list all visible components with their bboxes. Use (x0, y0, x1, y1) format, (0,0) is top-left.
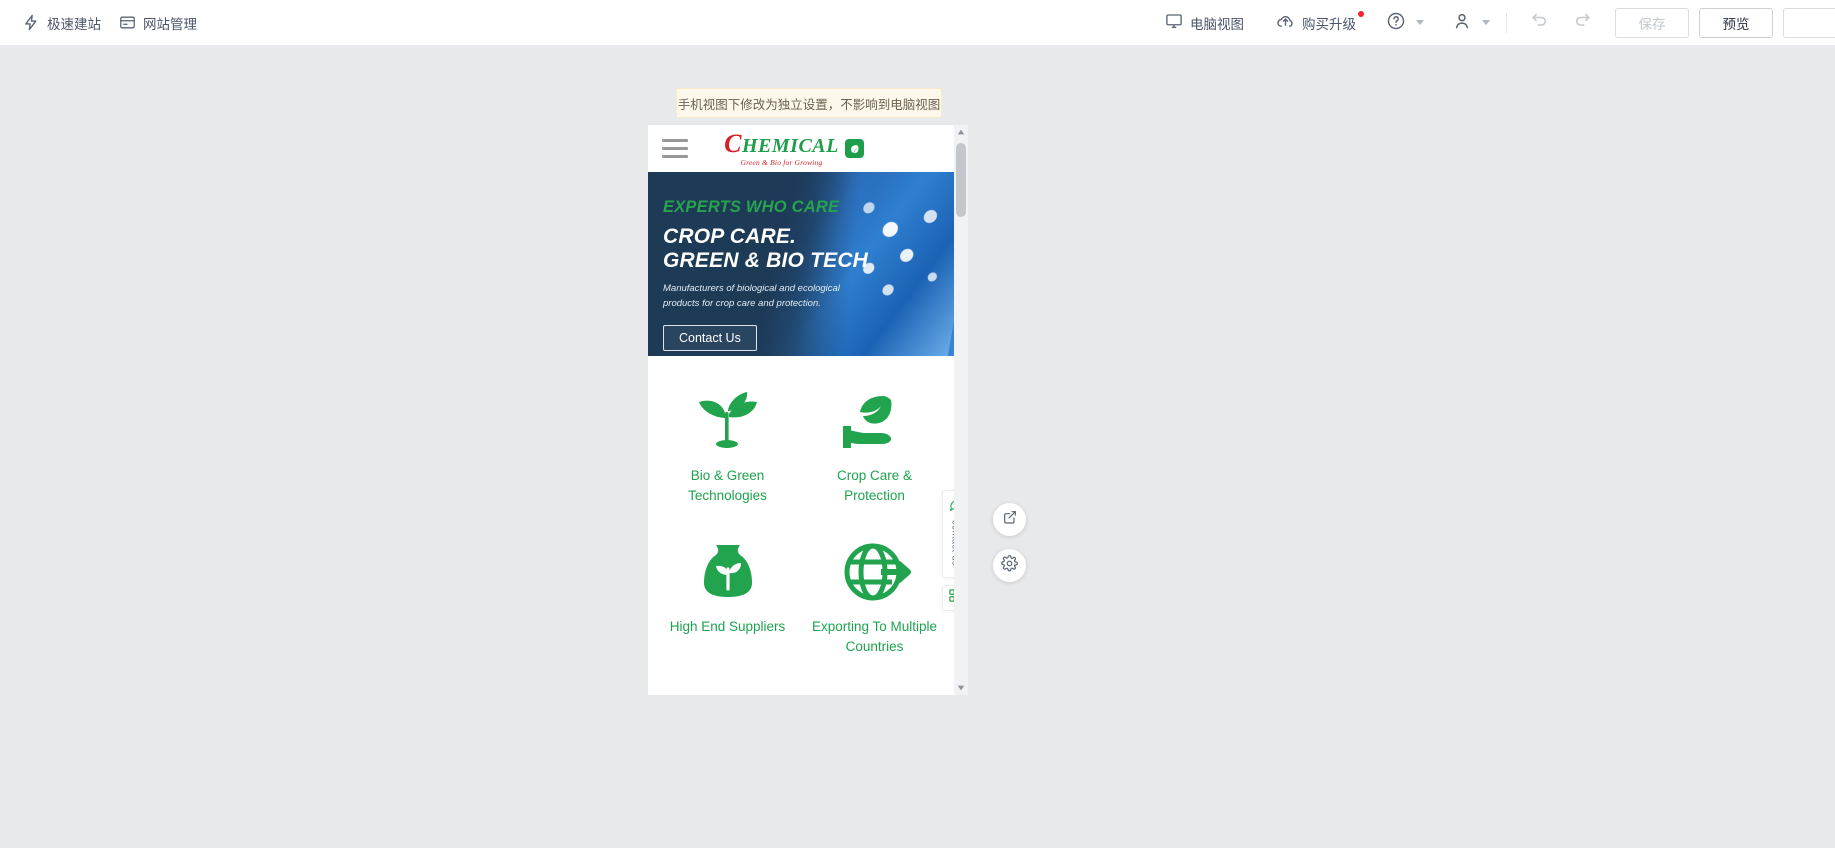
hero-eyebrow: EXPERTS WHO CARE (663, 198, 840, 216)
monitor-icon (1165, 12, 1183, 33)
feature-grid: Bio & Green Technologies Crop Care & Pro… (648, 356, 954, 681)
feature-item[interactable]: Exporting To Multiple Countries (801, 525, 948, 672)
seedling-icon (658, 382, 797, 460)
preview-button[interactable]: 预览 (1699, 7, 1773, 38)
hero-subtitle: Manufacturers of biological and ecologic… (663, 283, 840, 309)
window-icon (119, 14, 136, 31)
logo-initial: C (724, 128, 742, 158)
canvas-floating-tools (993, 503, 1026, 582)
share-external-icon (1002, 509, 1018, 530)
save-button[interactable]: 保存 (1615, 7, 1689, 38)
hero-title-line1: CROP CARE. (663, 225, 797, 248)
hero-cta-button[interactable]: Contact Us (663, 324, 757, 351)
hero-banner[interactable]: EXPERTS WHO CARE CROP CARE. GREEN & BIO … (648, 172, 954, 356)
scroll-down-icon[interactable] (954, 681, 968, 695)
desktop-view-button[interactable]: 电脑视图 (1149, 0, 1260, 46)
scrollbar-thumb[interactable] (956, 143, 966, 217)
mobile-view-notice: 手机视图下修改为独立设置，不影响到电脑视图 (676, 88, 942, 118)
hero-title: CROP CARE. GREEN & BIO TECH (663, 225, 944, 273)
share-external-button[interactable] (993, 503, 1026, 536)
cloud-upload-icon (1276, 12, 1295, 34)
editor-canvas: 手机视图下修改为独立设置，不影响到电脑视图 CHEMICAL Green & B… (0, 46, 1835, 848)
feature-item[interactable]: Crop Care & Protection (801, 374, 948, 521)
site-manage-label: 网站管理 (143, 16, 197, 32)
preview-label: 预览 (1722, 16, 1750, 32)
redo-button[interactable] (1561, 0, 1605, 46)
undo-icon (1529, 10, 1549, 35)
redo-icon (1573, 10, 1593, 35)
logo-rest: HEMICAL (741, 134, 839, 157)
mobile-preview-frame: CHEMICAL Green & Bio for Growing EXPERTS… (648, 125, 968, 695)
mobile-preview-viewport: CHEMICAL Green & Bio for Growing EXPERTS… (648, 125, 968, 695)
upgrade-button[interactable]: 购买升级 (1260, 0, 1372, 46)
feature-item[interactable]: Bio & Green Technologies (654, 374, 801, 521)
help-menu[interactable] (1372, 0, 1430, 46)
question-circle-icon (1386, 11, 1406, 34)
user-icon (1452, 11, 1472, 34)
logo-text-block: CHEMICAL Green & Bio for Growing (724, 128, 839, 167)
hand-leaf-icon (805, 382, 944, 460)
globe-arrow-icon (805, 533, 944, 611)
feature-label: Exporting To Multiple Countries (811, 618, 938, 654)
logo-wordmark: CHEMICAL (724, 128, 839, 158)
notice-text: 手机视图下修改为独立设置，不影响到电脑视图 (677, 97, 941, 112)
site-header: CHEMICAL Green & Bio for Growing (648, 125, 954, 172)
site-logo[interactable]: CHEMICAL Green & Bio for Growing (648, 125, 940, 172)
hero-cta-label: Contact Us (679, 330, 741, 345)
undo-button[interactable] (1517, 0, 1561, 46)
feature-label: Crop Care & Protection (836, 468, 913, 504)
publish-button[interactable] (1783, 7, 1835, 38)
fertilizer-bag-icon (658, 533, 797, 611)
upgrade-notification-dot (1358, 10, 1364, 17)
logo-tagline: Green & Bio for Growing (740, 157, 823, 167)
site-manage-entry[interactable]: 网站管理 (110, 0, 206, 46)
brand-quick-site[interactable]: 极速建站 (14, 0, 110, 46)
preview-scrollbar[interactable] (954, 125, 968, 695)
scroll-up-icon[interactable] (954, 125, 968, 139)
save-label: 保存 (1638, 16, 1666, 32)
hero-title-line2: GREEN & BIO TECH (663, 249, 869, 273)
desktop-view-label: 电脑视图 (1190, 16, 1244, 32)
top-toolbar: 极速建站 网站管理 电脑视图 购买升级 保存 预览 (0, 0, 1835, 46)
gear-icon (1001, 554, 1018, 577)
account-menu[interactable] (1430, 0, 1496, 46)
upgrade-label: 购买升级 (1302, 16, 1356, 32)
chevron-down-icon (1416, 20, 1424, 25)
hero-content: EXPERTS WHO CARE CROP CARE. GREEN & BIO … (663, 198, 944, 351)
feature-item[interactable]: High End Suppliers (654, 525, 801, 672)
toolbar-left-group: 极速建站 网站管理 (0, 0, 206, 46)
hamburger-icon[interactable] (662, 139, 688, 158)
chevron-down-icon (1482, 20, 1490, 25)
leaf-badge-icon (844, 139, 864, 158)
settings-button[interactable] (993, 549, 1026, 582)
brand-label: 极速建站 (47, 16, 101, 32)
feature-label: Bio & Green Technologies (688, 468, 767, 504)
toolbar-divider (1506, 12, 1507, 33)
toolbar-right-group: 电脑视图 购买升级 保存 预览 (1149, 0, 1835, 46)
lightning-icon (23, 14, 40, 31)
feature-label: High End Suppliers (669, 618, 786, 634)
